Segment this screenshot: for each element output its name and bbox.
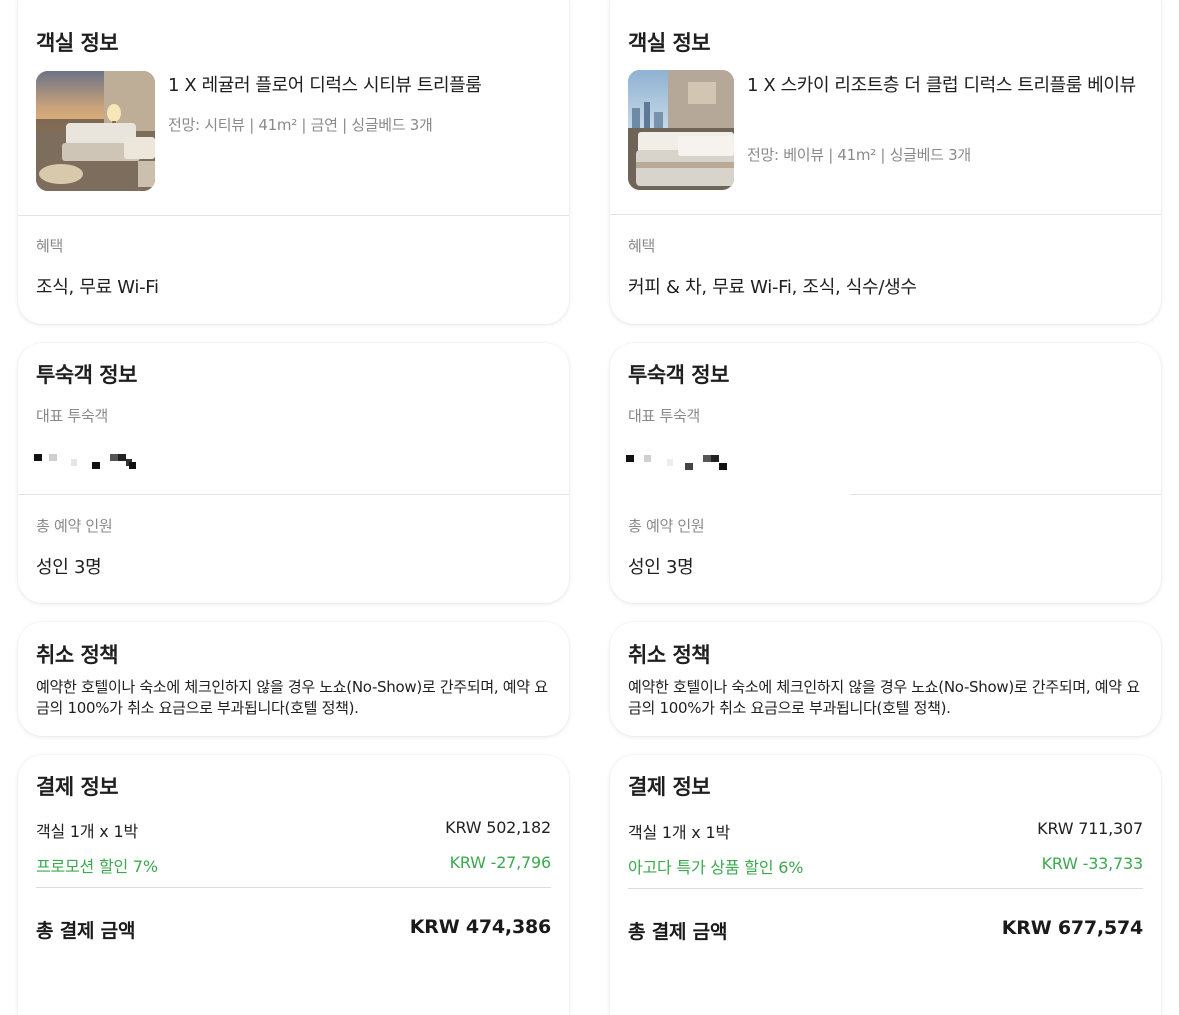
room-photo-image (628, 70, 734, 190)
total-guests-label: 총 예약 인원 (628, 517, 705, 535)
room-name: 1 X 스카이 리조트층 더 클럽 디럭스 트리플룸 베이뷰 (747, 75, 1136, 96)
benefit-label: 혜택 (628, 237, 656, 255)
payment-info-card: 결제 정보 객실 1개 x 1박 KRW 502,182 프로모션 할인 7% … (18, 755, 569, 1015)
room-info-card: 객실 정보 1 X 레귤러 플로어 디럭스 시티뷰 트리플룸 전망: 시티뷰 |… (18, 0, 569, 324)
cancel-policy-text: 예약한 호텔이나 숙소에 체크인하지 않을 경우 노쇼(No-Show)로 간주… (628, 678, 1140, 717)
payment-info-title: 결제 정보 (36, 775, 119, 799)
discount-label: 아고다 특가 상품 할인 6% (628, 858, 804, 877)
guest-info-card: 투숙객 정보 대표 투숙객 총 예약 인원 성인 3명 (18, 343, 569, 603)
payment-info-card: 결제 정보 객실 1개 x 1박 KRW 711,307 아고다 특가 상품 할… (610, 755, 1161, 1015)
total-label: 총 결제 금액 (36, 920, 136, 942)
room-divider (610, 214, 1161, 215)
guest-divider (850, 494, 1161, 495)
room-charge-amount: KRW 711,307 (1037, 819, 1143, 838)
room-divider (18, 215, 569, 216)
room-info-title: 객실 정보 (36, 31, 119, 55)
total-guests-value: 성인 3명 (36, 557, 102, 578)
lead-guest-label: 대표 투숙객 (36, 407, 108, 425)
guest-info-title: 투숙객 정보 (628, 363, 729, 387)
cancel-policy-card: 취소 정책 예약한 호텔이나 숙소에 체크인하지 않을 경우 노쇼(No-Sho… (18, 622, 569, 736)
guest-info-title: 투숙객 정보 (36, 363, 137, 387)
room-name: 1 X 레귤러 플로어 디럭스 시티뷰 트리플룸 (168, 75, 482, 96)
total-amount: KRW 677,574 (1001, 917, 1143, 939)
total-label: 총 결제 금액 (628, 921, 728, 943)
guest-info-card: 투숙객 정보 대표 투숙객 총 예약 인원 성인 3명 (610, 343, 1161, 603)
guest-divider (18, 494, 569, 495)
discount-amount: KRW -27,796 (449, 853, 552, 872)
payment-divider (628, 888, 1143, 889)
cancel-policy-card: 취소 정책 예약한 호텔이나 숙소에 체크인하지 않을 경우 노쇼(No-Sho… (610, 622, 1161, 736)
benefit-value: 조식, 무료 Wi-Fi (36, 277, 159, 298)
total-amount: KRW 474,386 (409, 916, 551, 938)
total-row: 총 결제 금액 KRW 677,574 (628, 917, 1143, 944)
room-photo[interactable] (36, 71, 155, 191)
room-charge-row: 객실 1개 x 1박 KRW 502,182 (36, 818, 551, 842)
discount-amount: KRW -33,733 (1041, 854, 1144, 873)
redaction-area (610, 440, 850, 496)
room-meta: 전망: 베이뷰 | 41m² | 싱글베드 3개 (747, 146, 971, 164)
cancel-policy-title: 취소 정책 (36, 643, 119, 667)
room-charge-amount: KRW 502,182 (445, 818, 551, 837)
total-guests-label: 총 예약 인원 (36, 517, 113, 535)
room-charge-label: 객실 1개 x 1박 (628, 823, 730, 842)
total-row: 총 결제 금액 KRW 474,386 (36, 916, 551, 943)
room-photo-image (36, 71, 155, 191)
discount-row: 아고다 특가 상품 할인 6% KRW -33,733 (628, 854, 1143, 878)
discount-label: 프로모션 할인 7% (36, 857, 158, 876)
room-meta: 전망: 시티뷰 | 41m² | 금연 | 싱글베드 3개 (168, 116, 433, 134)
room-info-title: 객실 정보 (628, 31, 711, 55)
benefit-label: 혜택 (36, 237, 64, 255)
room-info-card: 객실 정보 1 X 스카이 리조트층 더 클럽 디럭스 트리플룸 베이뷰 전망:… (610, 0, 1161, 324)
room-charge-row: 객실 1개 x 1박 KRW 711,307 (628, 819, 1143, 843)
lead-guest-label: 대표 투숙객 (628, 407, 700, 425)
room-photo[interactable] (628, 70, 734, 190)
room-charge-label: 객실 1개 x 1박 (36, 822, 138, 841)
redaction-area (18, 440, 128, 495)
total-guests-value: 성인 3명 (628, 557, 694, 578)
cancel-policy-title: 취소 정책 (628, 643, 711, 667)
cancel-policy-text: 예약한 호텔이나 숙소에 체크인하지 않을 경우 노쇼(No-Show)로 간주… (36, 678, 548, 717)
payment-divider (36, 887, 551, 888)
benefit-value: 커피 & 차, 무료 Wi-Fi, 조식, 식수/생수 (628, 277, 917, 298)
discount-row: 프로모션 할인 7% KRW -27,796 (36, 853, 551, 877)
payment-info-title: 결제 정보 (628, 775, 711, 799)
